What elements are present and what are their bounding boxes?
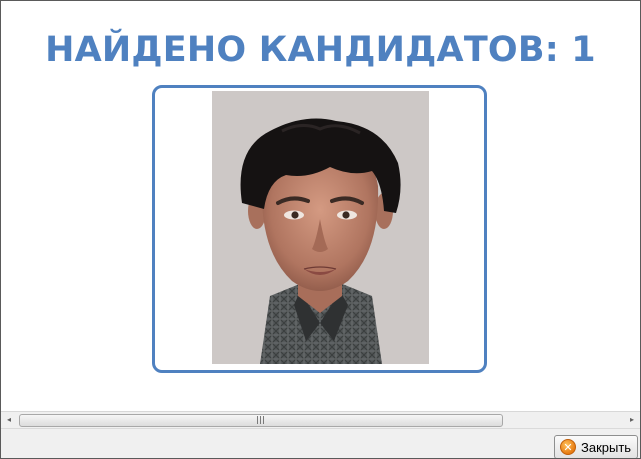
close-button[interactable]: ✕ Закрыть	[554, 435, 638, 458]
button-bar: ✕ Закрыть	[1, 428, 640, 458]
results-panel: НАЙДЕНО КАНДИДАТОВ: 1	[1, 1, 640, 411]
scroll-left-arrow-icon[interactable]: ◂	[1, 412, 17, 428]
close-x-icon: ✕	[560, 439, 576, 455]
dialog-window: НАЙДЕНО КАНДИДАТОВ: 1 ◂ ▸ ✕ Закрыть	[0, 0, 641, 459]
close-button-label: Закрыть	[581, 439, 632, 455]
candidate-card[interactable]	[152, 85, 487, 373]
page-title: НАЙДЕНО КАНДИДАТОВ: 1	[45, 30, 596, 70]
scrollbar-grip-icon	[257, 416, 266, 424]
candidate-photo	[212, 91, 429, 364]
face-portrait-image	[212, 91, 429, 364]
scrollbar-thumb[interactable]	[19, 414, 503, 427]
scroll-right-arrow-icon[interactable]: ▸	[624, 412, 640, 428]
horizontal-scrollbar[interactable]: ◂ ▸	[1, 411, 640, 428]
